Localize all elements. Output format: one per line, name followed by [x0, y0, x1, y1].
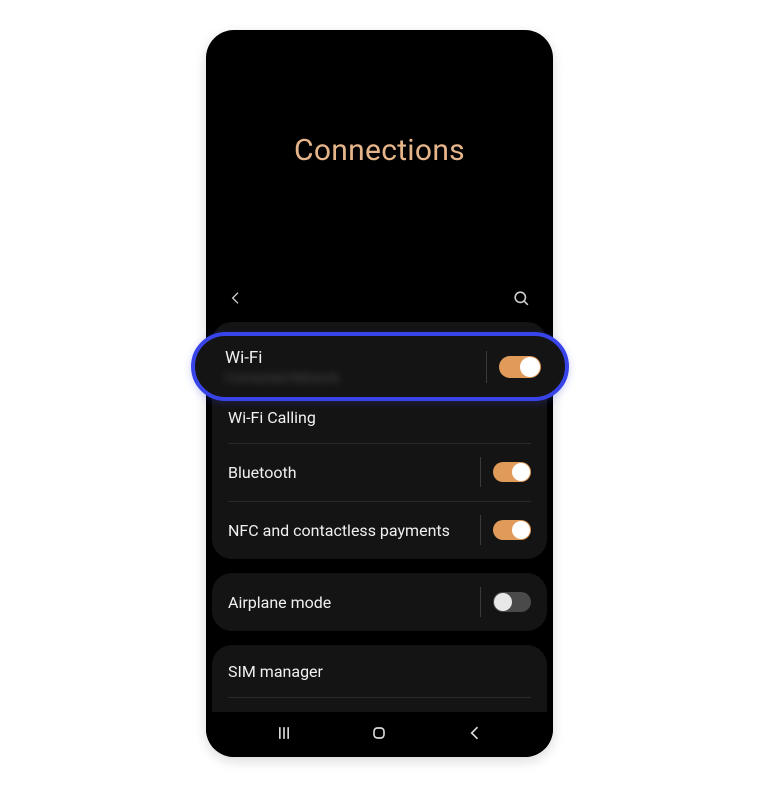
- header: Connections: [206, 30, 553, 255]
- row-mobile-networks[interactable]: Mobile networks: [212, 697, 547, 712]
- home-icon[interactable]: [369, 723, 389, 747]
- back-icon[interactable]: [228, 290, 244, 310]
- wifi-network-name: Connected Network: [225, 371, 478, 386]
- nfc-toggle[interactable]: [493, 520, 531, 540]
- recents-icon[interactable]: [274, 723, 294, 747]
- action-bar: [206, 283, 553, 317]
- row-label: Bluetooth: [228, 463, 472, 482]
- page-title: Connections: [294, 133, 465, 168]
- row-label: Wi-Fi: [225, 348, 478, 368]
- navigation-bar: [206, 712, 553, 757]
- row-label: Wi-Fi Calling: [228, 408, 531, 427]
- airplane-toggle[interactable]: [493, 592, 531, 612]
- search-icon[interactable]: [512, 289, 531, 312]
- wifi-toggle[interactable]: [499, 356, 541, 378]
- row-label: Airplane mode: [228, 593, 472, 612]
- section-mobile: SIM manager Mobile networks: [212, 645, 547, 712]
- row-label: NFC and contactless payments: [228, 521, 472, 540]
- nav-back-icon[interactable]: [465, 723, 485, 747]
- row-bluetooth[interactable]: Bluetooth: [212, 443, 547, 501]
- row-label: SIM manager: [228, 662, 531, 681]
- row-nfc[interactable]: NFC and contactless payments: [212, 501, 547, 559]
- section-airplane: Airplane mode: [212, 573, 547, 631]
- row-wifi-highlighted[interactable]: Wi-Fi Connected Network: [191, 332, 569, 401]
- row-airplane[interactable]: Airplane mode: [212, 573, 547, 631]
- row-sim[interactable]: SIM manager: [212, 645, 547, 697]
- bluetooth-toggle[interactable]: [493, 462, 531, 482]
